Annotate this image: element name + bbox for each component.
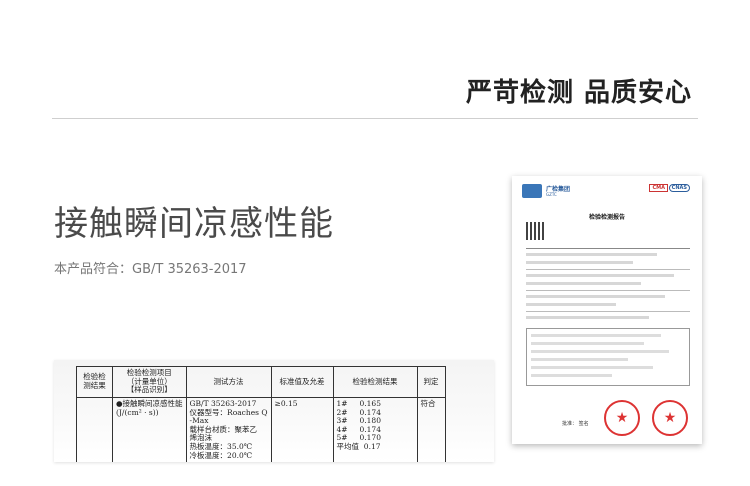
result-table-panel: 检验检测结果 检验检测项目 （计量单位） 【样品识别】 测试方法 标准值及允差 …: [54, 360, 494, 462]
cnas-badge: CNAS: [668, 184, 690, 192]
table-header-row: 检验检测结果 检验检测项目 （计量单位） 【样品识别】 测试方法 标准值及允差 …: [76, 366, 446, 398]
section-heading: 接触瞬间凉感性能: [54, 204, 334, 244]
standard-compliance-text: 本产品符合：GB/T 35263-2017: [54, 262, 247, 277]
table-row: ●接触瞬间凉感性能 (J/(cm² · s)) GB/T 35263-2017 …: [76, 396, 446, 462]
report-title: 检验检测报告: [588, 214, 625, 221]
result-line: 平均值 0.17: [336, 442, 381, 451]
stamp-star-icon: ★: [652, 400, 688, 436]
header-result: 检验检测结果: [332, 366, 418, 398]
cell-method: GB/T 35263-2017 仪器型号：Roaches Q -Max 载样台材…: [185, 396, 272, 462]
header-property: 检验检测项目 （计量单位） 【样品识别】: [112, 366, 187, 398]
report-body-lines: [526, 248, 690, 324]
cell-item: [76, 396, 113, 462]
result-table: 检验检测结果 检验检测项目 （计量单位） 【样品识别】 测试方法 标准值及允差 …: [76, 366, 446, 462]
header-verdict: 判定: [416, 366, 446, 398]
report-org-sub: GZTC: [546, 192, 557, 197]
header-divider: [52, 118, 698, 119]
cell-standard: ≥0.15: [270, 396, 334, 462]
page-slogan: 严苛检测 品质安心: [465, 78, 692, 108]
header-item: 检验检测结果: [76, 366, 113, 398]
cell-results: 1# 0.165 2# 0.174 3# 0.180 4# 0.174 5# 0…: [332, 396, 418, 462]
report-signature: 批准： 签名: [562, 421, 589, 427]
cma-badge: CMA: [649, 184, 668, 192]
test-report-image: 广检集团 GZTC CMA CNAS 检验检测报告 批准： 签名 ★ ★: [512, 176, 702, 444]
header-standard: 标准值及允差: [270, 366, 334, 398]
qr-code-icon: [526, 222, 544, 240]
report-result-box: [526, 328, 690, 386]
cell-verdict: 符合: [416, 396, 446, 462]
report-logo-icon: [522, 184, 542, 198]
header-method: 测试方法: [185, 366, 272, 398]
stamp-star-icon: ★: [604, 400, 640, 436]
cell-property: ●接触瞬间凉感性能 (J/(cm² · s)): [112, 396, 187, 462]
